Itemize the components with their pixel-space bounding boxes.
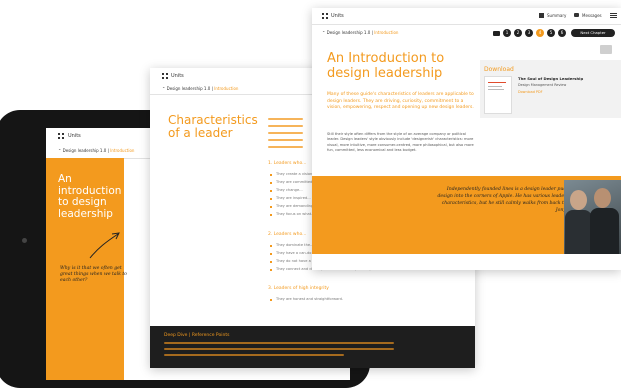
- menu-grid-icon[interactable]: [58, 133, 64, 139]
- summary-button[interactable]: Summary: [547, 13, 566, 18]
- banner-quote: Independently founded lines is a design …: [437, 187, 576, 214]
- menu-label[interactable]: Units: [171, 73, 184, 79]
- deep-dive-heading: Deep Dive | Reference Points: [164, 333, 230, 338]
- breadcrumb-course[interactable]: Design leadership 1.0: [327, 30, 371, 35]
- list-item: They change...: [276, 188, 303, 192]
- summary-icon[interactable]: [539, 13, 544, 18]
- breadcrumb: ⌃ Design leadership 1.0 | Introduction: [58, 148, 134, 153]
- page-title: Characteristics of a leader: [168, 113, 258, 141]
- messages-button[interactable]: Messages: [582, 13, 602, 18]
- next-chapter-button[interactable]: Next Chapter: [571, 29, 615, 37]
- list-item: They create a vision...: [276, 172, 316, 176]
- breadcrumb-page[interactable]: Introduction: [214, 86, 238, 91]
- intro-line: [268, 146, 303, 148]
- progress-step[interactable]: 6: [558, 29, 566, 37]
- intro-line: [268, 125, 303, 127]
- menu-label[interactable]: Units: [68, 133, 81, 139]
- list-item: They dominate the...: [276, 243, 314, 247]
- quote-banner: Independently founded lines is a design …: [312, 176, 621, 254]
- intro-line: [268, 139, 303, 141]
- section-heading-3: 3. Leaders of high integrity: [268, 286, 329, 291]
- person-head: [570, 190, 587, 210]
- section-heading-1: 1. Leaders who...: [268, 161, 307, 166]
- person-body: [590, 208, 619, 254]
- pdf-thumbnail[interactable]: [484, 76, 512, 114]
- body-paragraph: Still their style often differs from the…: [327, 132, 474, 153]
- download-panel: Download The Soul of Design Leadership D…: [480, 60, 621, 118]
- person-head: [594, 188, 611, 208]
- hand-drawn-arrow-icon: [89, 232, 120, 259]
- comment-icon[interactable]: [600, 45, 612, 54]
- list-item: They are committed...: [276, 180, 316, 184]
- back-chevron-icon[interactable]: ⌃: [162, 86, 165, 91]
- footer-text-line: [164, 342, 394, 344]
- progress-step[interactable]: 5: [547, 29, 555, 37]
- menu-grid-icon[interactable]: [162, 73, 168, 79]
- progress-step[interactable]: 3: [525, 29, 533, 37]
- progress-step[interactable]: 1: [503, 29, 511, 37]
- messages-icon[interactable]: [574, 13, 579, 17]
- breadcrumb-course[interactable]: Design leadership 1.0: [63, 148, 107, 153]
- person-body: [565, 210, 592, 254]
- footer-text-line: [164, 354, 344, 356]
- list-item: They are honest and straightforward.: [276, 297, 344, 301]
- breadcrumb-page[interactable]: Introduction: [374, 30, 398, 35]
- back-chevron-icon[interactable]: ⌃: [58, 148, 61, 153]
- book-title: The Soul of Design Leadership: [518, 76, 584, 81]
- designer-photo: [564, 180, 621, 254]
- breadcrumb-course[interactable]: Design leadership 1.0: [167, 86, 211, 91]
- hamburger-icon[interactable]: [610, 13, 617, 18]
- book-subtitle: Design Management Review: [518, 83, 567, 87]
- download-label: Download: [484, 66, 514, 73]
- breadcrumb: ⌃ Design leadership 1.0 | Introduction: [322, 30, 399, 35]
- book-icon[interactable]: [493, 31, 500, 36]
- progress-step[interactable]: 2: [514, 29, 522, 37]
- breadcrumb-separator: |: [107, 148, 109, 153]
- page-title: An Introduction to design leadership: [327, 51, 445, 81]
- menu-label[interactable]: Units: [331, 13, 344, 19]
- back-chevron-icon[interactable]: ⌃: [322, 30, 325, 35]
- tablet-camera: [22, 238, 27, 243]
- intro-line: [268, 132, 303, 134]
- progress-step-active[interactable]: 4: [536, 29, 544, 37]
- front-topbar: Units Summary Messages: [312, 8, 621, 25]
- section-heading-2: 2. Leaders who...: [268, 232, 307, 237]
- breadcrumb-page[interactable]: Introduction: [110, 148, 134, 153]
- intro-line: [268, 118, 303, 120]
- footer-text-line: [164, 348, 394, 350]
- list-item: They are demanding...: [276, 204, 316, 208]
- list-item: They are inspired...: [276, 196, 311, 200]
- deep-dive-panel: Deep Dive | Reference Points: [150, 326, 475, 368]
- breadcrumb: ⌃ Design leadership 1.0 | Introduction: [162, 86, 239, 91]
- download-pdf-link[interactable]: Download PDF: [518, 90, 543, 94]
- front-page: Units Summary Messages ⌃ Design leadersh…: [312, 8, 621, 270]
- tablet-hero-title: An introduction to design leadership: [58, 173, 122, 220]
- tablet-hero-panel: An introduction to design leadership Why…: [46, 158, 127, 380]
- lead-paragraph: Many of these guide's characteristics of…: [327, 92, 474, 111]
- tablet-quote: Why is it that we often get great things…: [60, 266, 127, 283]
- list-item: They focus on what...: [276, 212, 315, 216]
- menu-grid-icon[interactable]: [322, 13, 328, 19]
